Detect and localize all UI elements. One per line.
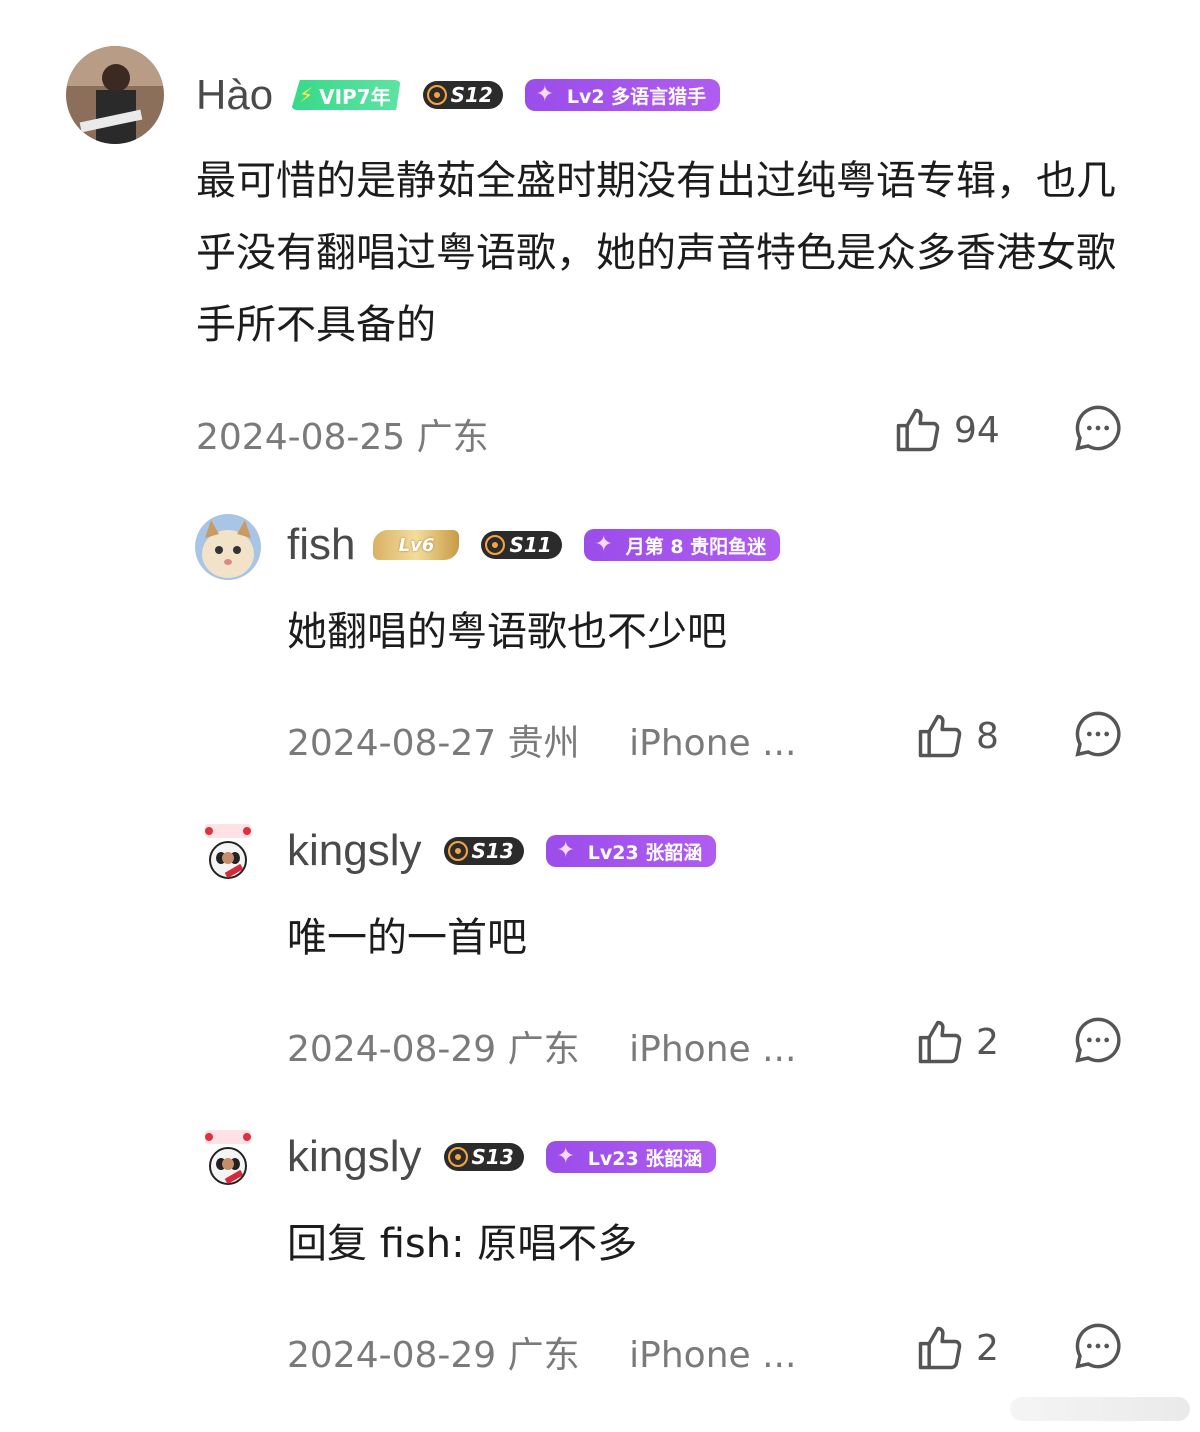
like-count: 94 — [954, 409, 1000, 451]
vip-badge[interactable]: ⚡ VIP7年 — [291, 80, 401, 110]
like-count: 2 — [976, 1021, 999, 1063]
season-badge[interactable]: S13 — [443, 837, 524, 865]
panda-meme-avatar-image — [195, 1126, 261, 1192]
comment-meta: 2024-08-25 广东 — [196, 408, 489, 460]
comment-date: 2024-08-25 — [196, 417, 406, 458]
comment-device: iPhone ... — [629, 1029, 797, 1070]
reply-button[interactable] — [1072, 402, 1124, 458]
comment-device: iPhone ... — [629, 1335, 797, 1376]
season-icon — [426, 85, 447, 105]
comment-meta: 2024-08-27 贵州 iPhone ... — [287, 714, 796, 766]
comment-text: 最可惜的是静茹全盛时期没有出过纯粤语专辑，也几乎没有翻唱过粤语歌，她的声音特色是… — [196, 158, 1116, 348]
username[interactable]: Hào — [196, 71, 273, 119]
comment-item: Hào ⚡ VIP7年 S12 ✦ Lv2 多语言猎手 最可惜的是静茹全盛时期没… — [0, 0, 1200, 480]
like-button[interactable]: 8 — [914, 710, 999, 762]
reply-button[interactable] — [1072, 1014, 1124, 1070]
username[interactable]: fish — [287, 520, 355, 570]
thumbs-up-icon — [918, 1020, 962, 1064]
comment-location: 广东 — [507, 1335, 580, 1376]
comment-date: 2024-08-29 — [287, 1029, 497, 1070]
thumbs-up-icon — [918, 714, 962, 758]
comment-text: 回复 fish: 原唱不多 — [287, 1221, 638, 1267]
like-button[interactable]: 94 — [892, 404, 1000, 456]
comment-bubble-icon — [1075, 1017, 1121, 1063]
reply-item: kingsly S13 ✦ Lv23 张韶涵 唯一的一首吧 2024-08-29… — [0, 806, 1200, 1106]
comment-date: 2024-08-29 — [287, 1335, 497, 1376]
season-badge[interactable]: S12 — [422, 81, 503, 109]
name-row: Hào ⚡ VIP7年 S12 ✦ Lv2 多语言猎手 — [196, 70, 721, 120]
reply-button[interactable] — [1072, 708, 1124, 764]
comment-meta: 2024-08-29 广东 iPhone ... — [287, 1020, 796, 1072]
comment-location: 广东 — [416, 417, 489, 458]
panda-meme-avatar-image — [195, 820, 261, 886]
avatar[interactable] — [195, 820, 261, 886]
avatar[interactable] — [195, 514, 261, 580]
comment-device: iPhone ... — [629, 723, 797, 764]
name-row: fish Lv6 S11 ✦ 月第 8 贵阳鱼迷 — [287, 520, 781, 570]
watermark-overlay — [1010, 1397, 1190, 1421]
name-row: kingsly S13 ✦ Lv23 张韶涵 — [287, 1132, 717, 1182]
comment-location: 广东 — [507, 1029, 580, 1070]
sparkle-icon: ✦ — [556, 838, 575, 863]
sparkle-icon: ✦ — [535, 82, 555, 107]
avatar[interactable] — [66, 46, 164, 144]
like-button[interactable]: 2 — [914, 1016, 999, 1068]
comment-text: 她翻唱的粤语歌也不少吧 — [287, 609, 727, 655]
username[interactable]: kingsly — [287, 826, 422, 876]
sparkle-icon: ✦ — [556, 1144, 575, 1169]
lightning-icon: ⚡ — [299, 83, 314, 107]
season-icon — [447, 1147, 468, 1167]
fan-badge[interactable]: ✦ Lv23 张韶涵 — [545, 835, 717, 867]
username[interactable]: kingsly — [287, 1132, 422, 1182]
comment-bubble-icon — [1075, 711, 1121, 757]
comment-date: 2024-08-27 — [287, 723, 497, 764]
like-count: 8 — [976, 715, 999, 757]
like-count: 2 — [976, 1327, 999, 1369]
season-icon — [485, 535, 506, 555]
like-button[interactable]: 2 — [914, 1322, 999, 1374]
season-icon — [447, 841, 468, 861]
thumbs-up-icon — [918, 1326, 962, 1370]
fan-badge[interactable]: ✦ Lv23 张韶涵 — [545, 1141, 717, 1173]
reply-item: kingsly S13 ✦ Lv23 张韶涵 回复 fish: 原唱不多 202… — [0, 1112, 1200, 1412]
thumbs-up-icon — [896, 408, 940, 452]
comment-text: 唯一的一首吧 — [287, 915, 527, 961]
comment-bubble-icon — [1075, 405, 1121, 451]
season-badge[interactable]: S13 — [443, 1143, 524, 1171]
fan-badge[interactable]: ✦ Lv2 多语言猎手 — [524, 79, 721, 111]
reply-button[interactable] — [1072, 1320, 1124, 1376]
sparkle-icon: ✦ — [594, 532, 613, 557]
avatar[interactable] — [195, 1126, 261, 1192]
fan-badge[interactable]: ✦ 月第 8 贵阳鱼迷 — [583, 529, 781, 561]
comment-meta: 2024-08-29 广东 iPhone ... — [287, 1326, 796, 1378]
name-row: kingsly S13 ✦ Lv23 张韶涵 — [287, 826, 717, 876]
cat-avatar-image — [195, 514, 261, 580]
comment-location: 贵州 — [507, 723, 580, 764]
comment-bubble-icon — [1075, 1323, 1121, 1369]
avatar-image — [66, 46, 164, 144]
level-badge[interactable]: Lv6 — [373, 530, 460, 560]
season-badge[interactable]: S11 — [481, 531, 562, 559]
reply-item: fish Lv6 S11 ✦ 月第 8 贵阳鱼迷 她翻唱的粤语歌也不少吧 202… — [0, 500, 1200, 800]
